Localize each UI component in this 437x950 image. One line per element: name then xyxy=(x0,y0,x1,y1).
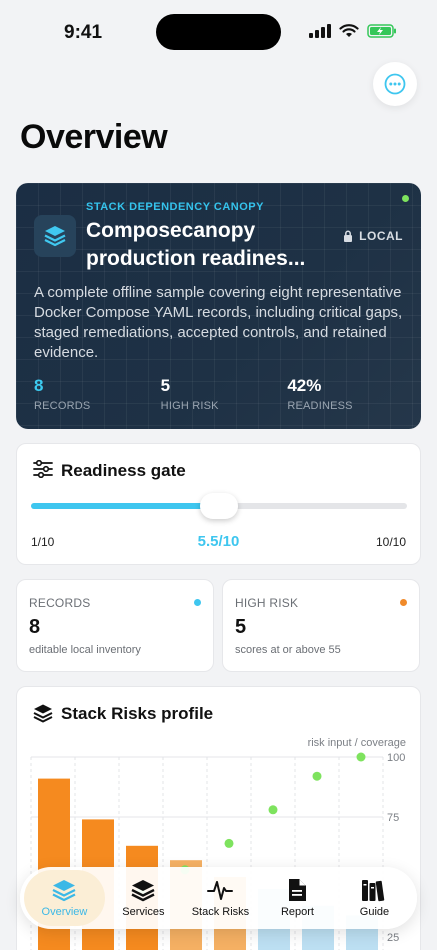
sliders-icon xyxy=(33,460,53,478)
hero-title: Composecanopy production readines... xyxy=(86,219,306,270)
chart-point[interactable] xyxy=(356,752,366,762)
hero-stat-high-risk: 5 HIGH RISK xyxy=(161,376,288,412)
chart-axis-tick-label: 25 xyxy=(387,932,399,944)
chart-point[interactable] xyxy=(312,771,322,781)
card-label: HIGH RISK xyxy=(235,596,299,610)
local-badge: LOCAL xyxy=(343,229,403,243)
wifi-icon xyxy=(339,24,359,37)
tab-label: Services xyxy=(122,906,165,918)
hero-stat-records: 8 RECORDS xyxy=(34,376,161,412)
battery-icon xyxy=(367,24,396,38)
hero-stat-value: 42% xyxy=(287,376,322,395)
tab-report[interactable]: Report xyxy=(259,870,336,926)
dynamic-island xyxy=(156,14,281,50)
tab-overview[interactable]: Overview xyxy=(24,870,105,926)
readiness-gate-title: Readiness gate xyxy=(61,461,186,480)
card-subtitle: scores at or above 55 xyxy=(235,644,341,656)
lock-icon xyxy=(344,230,353,242)
readiness-slider[interactable] xyxy=(31,493,407,519)
hero-stat-label: RECORDS xyxy=(34,400,91,412)
status-bar: 9:41 xyxy=(0,0,437,60)
chart-caption: risk input / coverage xyxy=(307,737,406,749)
tab-bar: Overview Services Stack Risks Report Gui… xyxy=(20,867,417,929)
document-icon xyxy=(289,879,307,901)
books-icon xyxy=(362,880,385,902)
hero-stats: 8 RECORDS 5 HIGH RISK 42% READINESS xyxy=(34,376,414,412)
hero-kicker: STACK DEPENDENCY CANOPY xyxy=(86,201,264,213)
local-badge-label: LOCAL xyxy=(359,229,403,243)
hero-stat-label: READINESS xyxy=(287,400,353,412)
tab-label: Overview xyxy=(41,906,88,918)
card-label: RECORDS xyxy=(29,596,91,610)
slider-fill xyxy=(31,503,219,509)
tab-stack-risks[interactable]: Stack Risks xyxy=(182,870,259,926)
card-status-dot xyxy=(194,599,201,606)
card-subtitle: editable local inventory xyxy=(29,644,141,656)
slider-thumb[interactable] xyxy=(200,493,238,519)
hero-stat-label: HIGH RISK xyxy=(160,400,219,412)
signal-icon xyxy=(309,24,331,38)
stack-icon xyxy=(33,704,53,723)
chart-point[interactable] xyxy=(224,838,234,848)
hero-card[interactable]: STACK DEPENDENCY CANOPY Composecanopy pr… xyxy=(16,183,421,429)
pulse-icon xyxy=(207,881,234,900)
layers-icon xyxy=(44,226,66,247)
status-icons xyxy=(309,24,397,38)
status-time: 9:41 xyxy=(64,22,103,43)
tab-label: Report xyxy=(280,906,314,918)
tab-guide[interactable]: Guide xyxy=(336,870,413,926)
hero-stat-readiness: 42% READINESS xyxy=(287,376,414,412)
card-value: 5 xyxy=(235,616,247,638)
high-risk-card[interactable]: HIGH RISK 5 scores at or above 55 xyxy=(222,579,420,672)
card-status-dot xyxy=(400,599,407,606)
readiness-gate-card: Readiness gate 1/10 5.5/10 10/10 xyxy=(16,443,421,565)
card-value: 8 xyxy=(29,616,41,638)
tab-label: Stack Risks xyxy=(191,906,250,918)
hero-stat-value: 5 xyxy=(160,376,171,395)
layers-icon xyxy=(52,880,76,902)
chart-point[interactable] xyxy=(268,805,278,815)
slider-max-label: 10/10 xyxy=(375,535,406,549)
hero-app-icon xyxy=(34,215,76,257)
records-card[interactable]: RECORDS 8 editable local inventory xyxy=(16,579,214,672)
hero-description: A complete offline sample covering eight… xyxy=(34,284,403,361)
tab-label: Guide xyxy=(359,906,390,918)
live-status-dot xyxy=(402,195,409,202)
more-options-button[interactable] xyxy=(373,62,417,106)
ellipsis-circle-icon xyxy=(384,73,406,95)
tab-services[interactable]: Services xyxy=(105,870,182,926)
page-title: Overview xyxy=(20,118,168,156)
stack-icon xyxy=(131,880,155,902)
slider-value-label: 5.5/10 xyxy=(197,533,240,550)
chart-axis-tick-label: 75 xyxy=(387,812,399,824)
chart-axis-tick-label: 100 xyxy=(387,752,405,764)
hero-stat-value: 8 xyxy=(34,376,44,395)
profile-title: Stack Risks profile xyxy=(61,704,214,723)
